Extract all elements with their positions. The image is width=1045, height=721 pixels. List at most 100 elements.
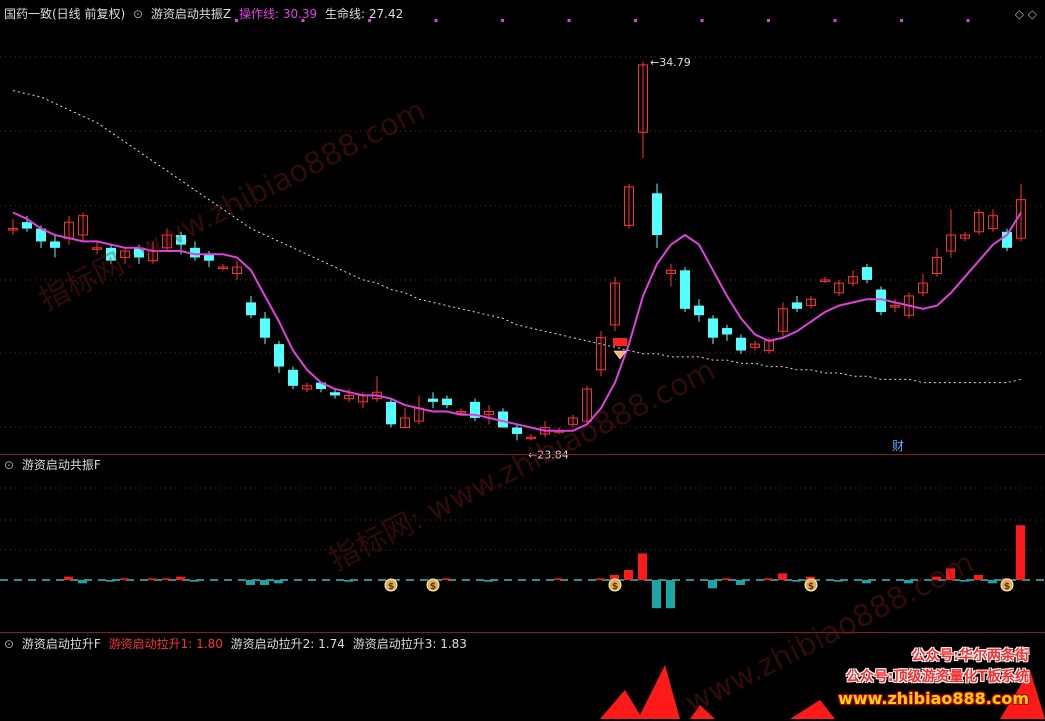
candle-body: [512, 427, 522, 434]
candle-body: [694, 305, 704, 316]
indicator-bar: [722, 578, 731, 580]
indicator-bar: [190, 580, 199, 582]
indicator-bar: [120, 578, 129, 580]
indicator-bar: [708, 580, 717, 589]
indicator-bar: [106, 580, 115, 582]
indicator-name[interactable]: 游资启动共振F: [22, 458, 101, 472]
indicator-bar: [666, 580, 675, 609]
candle-body: [176, 235, 186, 245]
signal-dot: [900, 19, 903, 22]
money-bag-symbol: $: [1004, 582, 1010, 592]
indicator-bar: [78, 580, 87, 584]
candle-body: [330, 392, 340, 396]
signal-dot: [833, 19, 837, 22]
indicator-bar: [260, 580, 269, 585]
l2-value: 1.74: [318, 637, 345, 651]
l1-value: 1.80: [196, 637, 223, 651]
indicator-toggle-icon[interactable]: ⊙: [133, 7, 143, 21]
promo-line-2: 公众号:顶级游资量化T板系统: [845, 669, 1029, 685]
area-fill: [790, 700, 835, 719]
area-fill: [600, 665, 680, 719]
candle-body: [862, 267, 872, 280]
signal-dot: [434, 19, 438, 22]
indicator-bar: [652, 580, 661, 609]
stock-title[interactable]: 国药一致(日线 前复权): [4, 7, 125, 21]
candle-body: [288, 369, 298, 386]
indicator-bar: [974, 575, 983, 580]
indicator-bar: [274, 580, 283, 584]
promo-block: 公众号:华尔两条街 公众号:顶级游资量化T板系统 www.zhibiao888.…: [838, 646, 1029, 709]
indicator-toggle-icon[interactable]: ⊙: [4, 458, 14, 472]
candle-body: [106, 247, 116, 261]
candle-body: [22, 222, 32, 229]
area-fill: [690, 705, 715, 719]
candle-body: [428, 398, 438, 402]
indicator-bar: [624, 570, 633, 580]
money-bag-symbol: $: [430, 582, 436, 592]
candle-body: [736, 337, 746, 351]
candle-body: [652, 193, 662, 235]
indicator-bar: [64, 576, 73, 580]
indicator-bar: [904, 580, 913, 584]
life-line-label: 生命线:: [325, 7, 369, 21]
candle-body: [708, 318, 718, 338]
chart-canvas: ←34.79←23.84财 $$$$$: [0, 19, 1045, 719]
indicator-bar: [1016, 525, 1025, 580]
signal-dot: [501, 19, 504, 22]
signal-dot: [634, 19, 637, 22]
indicator-bar: [988, 580, 997, 584]
indicator-bar: [764, 578, 773, 580]
money-bag-symbol: $: [808, 582, 814, 592]
indicator-bar: [946, 568, 955, 580]
l1-label: 游资启动拉升1:: [108, 637, 197, 651]
indicator-bar: [554, 578, 563, 580]
indicator-bar: [484, 580, 493, 582]
indicator-bar: [834, 580, 843, 582]
indicator-bar: [148, 578, 157, 580]
high-price-label: ←34.79: [650, 56, 691, 69]
indicator-toggle-icon[interactable]: ⊙: [4, 637, 14, 651]
candle-body: [722, 328, 732, 335]
indicator-bar: [862, 580, 871, 584]
indicator-bar: [960, 580, 969, 582]
signal-dot: [966, 19, 970, 22]
finance-marker: 财: [892, 439, 904, 453]
operation-line: [12, 211, 1022, 432]
indicator-bar: [932, 576, 941, 580]
indicator-bar: [778, 573, 787, 580]
indicator-bar: [344, 580, 353, 582]
l3-value: 1.83: [440, 637, 467, 651]
main-panel-header: 国药一致(日线 前复权) ⊙ 游资启动共振Z 操作线: 30.39 生命线: 2…: [4, 5, 407, 23]
op-line-value: 30.39: [282, 7, 318, 21]
l2-label: 游资启动拉升2:: [230, 637, 319, 651]
promo-url: www.zhibiao888.com: [838, 689, 1029, 708]
life-line: [12, 90, 1022, 384]
nav-diamond-icons[interactable]: ◇ ◇: [1015, 7, 1037, 21]
signal-dot: [767, 19, 770, 22]
panel-divider-2: [0, 632, 1045, 633]
indicator-bar: [736, 580, 745, 585]
l3-label: 游资启动拉升3:: [352, 637, 441, 651]
candle-body: [274, 344, 284, 367]
indicator-bar: [246, 580, 255, 585]
candle-body: [260, 318, 270, 338]
indicator-bar: [792, 580, 801, 582]
bottom-panel-header: ⊙ 游资启动拉升F 游资启动拉升1: 1.80 游资启动拉升2: 1.74 游资…: [4, 635, 471, 653]
indicator-bar: [442, 578, 451, 580]
candle-body: [792, 302, 802, 309]
panel-divider-1: [0, 454, 1045, 455]
money-bag-symbol: $: [388, 582, 394, 592]
candle-body: [680, 270, 690, 309]
signal-dot: [700, 19, 704, 22]
money-bag-symbol: $: [612, 582, 618, 592]
indicator-name[interactable]: 游资启动拉升F: [22, 637, 101, 651]
signal-dot: [567, 19, 571, 22]
candle-body: [386, 401, 396, 425]
indicator-bar: [176, 576, 185, 580]
life-line-value: 27.42: [368, 7, 404, 21]
indicator-bar: [162, 578, 171, 580]
indicator-name[interactable]: 游资启动共振Z: [151, 7, 231, 21]
candle-body: [246, 302, 256, 316]
buy-signal-flag: [613, 338, 627, 346]
promo-line-1: 公众号:华尔两条街: [911, 648, 1029, 664]
